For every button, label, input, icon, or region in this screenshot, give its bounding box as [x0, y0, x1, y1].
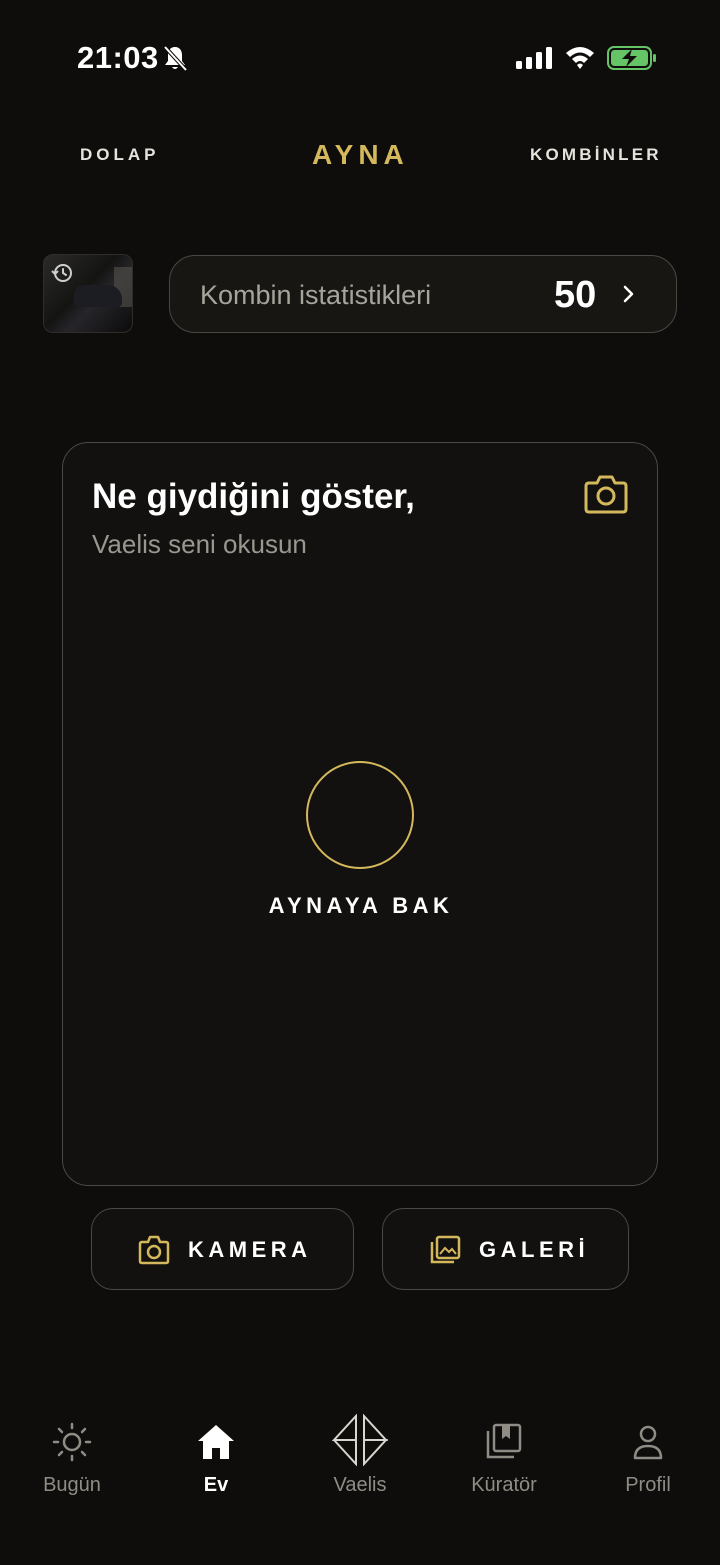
thumbnail-subject	[74, 285, 122, 307]
history-icon	[51, 264, 72, 282]
camera-icon[interactable]	[583, 473, 629, 515]
card-subtitle: Vaelis seni okusun	[92, 529, 307, 559]
mirror-card: Ne giydiğini göster, Vaelis seni okusun …	[62, 442, 658, 1186]
cellular-signal-icon	[516, 47, 552, 69]
nav-label-kurator: Küratör	[471, 1474, 537, 1496]
status-bar: 21:03	[0, 0, 720, 110]
last-outfit-thumbnail[interactable]	[43, 254, 133, 333]
camera-icon	[138, 1235, 170, 1265]
tab-kombinler[interactable]: KOMBİNLER	[530, 130, 662, 180]
chevron-right-icon	[623, 285, 634, 303]
nav-label-ev: Ev	[203, 1474, 229, 1496]
card-title: Ne giydiğini göster,	[92, 477, 415, 516]
status-time: 21:03	[77, 40, 159, 75]
sun-icon	[52, 1422, 92, 1462]
mirror-action-label[interactable]: AYNAYA BAK	[63, 893, 659, 919]
camera-button[interactable]: KAMERA	[91, 1208, 354, 1290]
person-icon	[633, 1425, 663, 1460]
nav-label-profil: Profil	[625, 1474, 671, 1496]
nav-label-bugun: Bugün	[43, 1474, 101, 1496]
nav-item-vaelis[interactable]: Vaelis	[288, 1414, 432, 1514]
nav-item-ev[interactable]: Ev	[144, 1414, 288, 1514]
home-icon	[198, 1425, 234, 1459]
wifi-icon	[566, 47, 594, 69]
nav-item-kurator[interactable]: Küratör	[432, 1414, 576, 1514]
nav-item-profil[interactable]: Profil	[576, 1414, 720, 1514]
gallery-button-label: GALERİ	[479, 1237, 590, 1262]
vaelis-logo-icon	[331, 1414, 389, 1466]
camera-button-label: KAMERA	[188, 1237, 312, 1262]
bottom-nav: Bugün Ev Vaelis Küratör Profil	[0, 1400, 720, 1565]
mirror-capture-button[interactable]	[306, 761, 414, 869]
stats-count: 50	[554, 273, 597, 316]
nav-item-bugun[interactable]: Bugün	[0, 1414, 144, 1514]
bell-slash-icon	[163, 45, 188, 72]
stats-label: Kombin istatistikleri	[200, 279, 432, 310]
tab-ayna[interactable]: AYNA	[312, 130, 409, 180]
bookmark-stack-icon	[486, 1423, 522, 1459]
gallery-icon	[430, 1235, 461, 1264]
tab-dolap[interactable]: DOLAP	[80, 130, 160, 180]
outfit-stats-button[interactable]: Kombin istatistikleri 50	[169, 255, 677, 333]
top-tabs: DOLAP AYNA KOMBİNLER	[0, 130, 720, 180]
nav-label-vaelis: Vaelis	[333, 1474, 387, 1496]
gallery-button[interactable]: GALERİ	[382, 1208, 629, 1290]
battery-charging-icon	[607, 46, 656, 70]
